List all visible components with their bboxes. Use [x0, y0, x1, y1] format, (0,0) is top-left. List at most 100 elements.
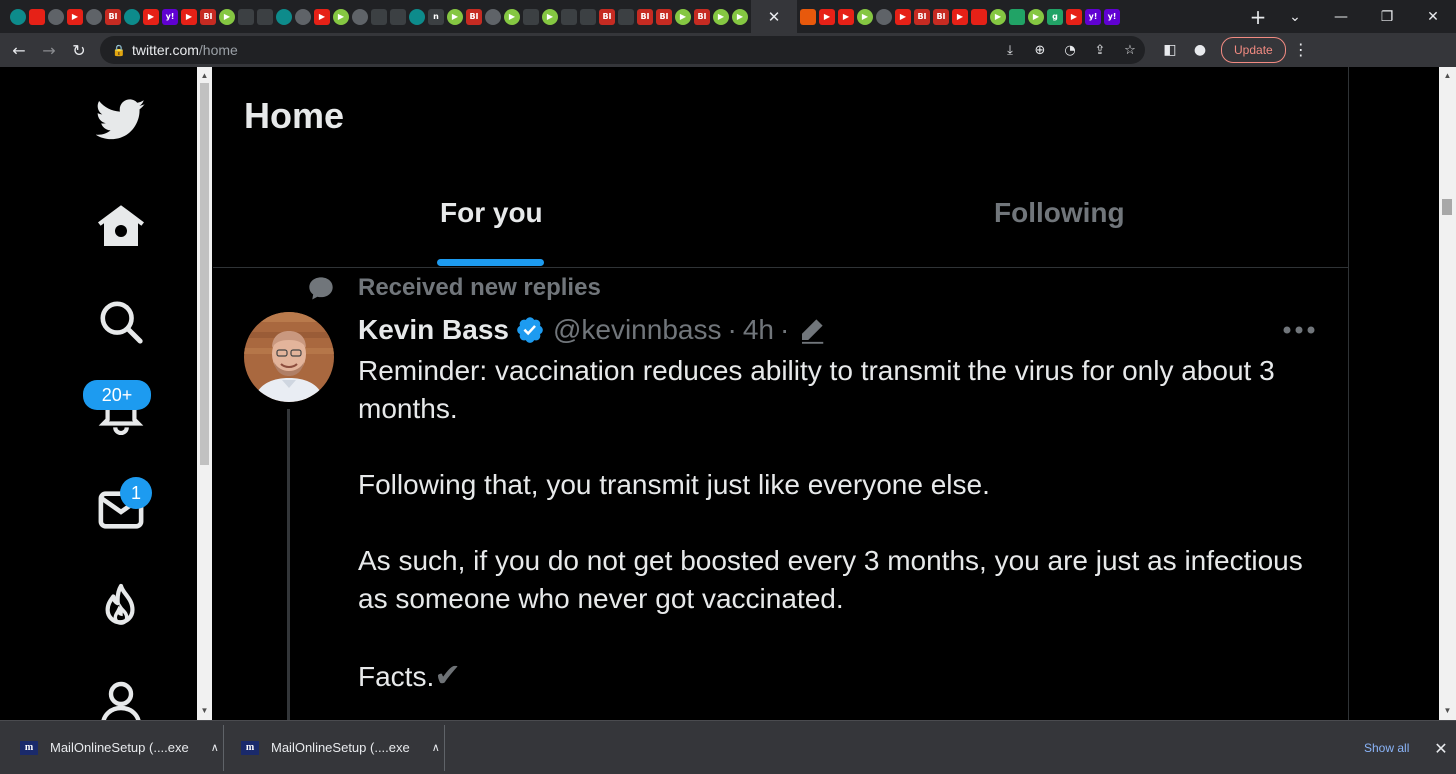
rumble-favicon[interactable]: ▶ [447, 8, 463, 25]
substack-favicon[interactable] [800, 8, 816, 25]
globe-favicon[interactable] [48, 8, 64, 25]
business-insider-favicon[interactable]: BI [933, 8, 949, 25]
scroll-down-arrow-icon[interactable]: ▼ [1439, 704, 1456, 718]
youtube-favicon[interactable]: ▶ [181, 8, 197, 25]
youtube-favicon[interactable]: ▶ [143, 8, 159, 25]
restore-window-icon[interactable]: ❐ [1364, 0, 1410, 33]
lock-icon[interactable]: 🔒 [106, 44, 132, 57]
business-insider-favicon[interactable]: BI [599, 8, 615, 25]
rumble-favicon[interactable]: ▶ [713, 8, 729, 25]
sidebar-scrollbar[interactable]: ▲ ▼ [197, 67, 212, 720]
business-insider-favicon[interactable]: BI [914, 8, 930, 25]
verified-badge-icon[interactable] [515, 315, 545, 345]
search-favicon[interactable] [390, 8, 406, 25]
author-handle[interactable]: @kevinnbass [553, 314, 722, 346]
rumble-favicon[interactable]: ▶ [857, 8, 873, 25]
scroll-up-arrow-icon[interactable]: ▲ [1439, 69, 1456, 83]
more-options-icon[interactable] [1282, 325, 1316, 335]
tab-for-you[interactable]: For you [440, 197, 543, 229]
red-favicon[interactable] [29, 8, 45, 25]
youtube-favicon[interactable]: ▶ [952, 8, 968, 25]
forward-arrow-icon[interactable]: → [34, 33, 64, 67]
new-tab-button[interactable]: + [1244, 0, 1272, 33]
dark-favicon[interactable] [371, 8, 387, 25]
rumble-favicon[interactable]: ▶ [219, 8, 235, 25]
youtube-favicon[interactable]: ▶ [67, 8, 83, 25]
profile-person-icon[interactable] [96, 679, 146, 720]
business-insider-favicon[interactable]: BI [466, 8, 482, 25]
chevron-up-icon[interactable]: ∧ [432, 741, 440, 754]
close-download-bar-icon[interactable]: ✕ [1428, 735, 1454, 761]
show-all-downloads-button[interactable]: Show all [1350, 735, 1423, 761]
home-icon[interactable] [96, 201, 146, 251]
reload-icon[interactable]: ↻ [64, 33, 94, 67]
tweet-timestamp[interactable]: 4h [743, 314, 774, 346]
page-scrollbar[interactable]: ▲ ▼ [1439, 67, 1456, 720]
rumble-favicon[interactable]: ▶ [333, 8, 349, 25]
business-insider-favicon[interactable]: BI [105, 8, 121, 25]
globe-favicon[interactable] [876, 8, 892, 25]
yahoo-favicon[interactable]: y! [1085, 8, 1101, 25]
tab-following[interactable]: Following [994, 197, 1125, 229]
chevron-up-icon[interactable]: ∧ [211, 741, 219, 754]
scrollbar-thumb[interactable] [1442, 199, 1452, 215]
dark-favicon[interactable] [618, 8, 634, 25]
side-panel-icon[interactable]: ◧ [1155, 42, 1185, 58]
green-favicon[interactable]: g [1047, 8, 1063, 25]
address-bar[interactable]: 🔒 twitter.com/home ⤓ ⊕ ◔ ⇪ ☆ [100, 36, 1145, 64]
scrollbar-thumb[interactable] [200, 83, 209, 465]
globe-favicon[interactable] [352, 8, 368, 25]
dark-favicon[interactable] [580, 8, 596, 25]
business-insider-favicon[interactable]: BI [694, 8, 710, 25]
share-icon[interactable]: ⇪ [1085, 43, 1115, 58]
globe-favicon[interactable] [295, 8, 311, 25]
twitter-bird-logo-icon[interactable] [96, 95, 146, 145]
download-item[interactable]: m MailOnlineSetup (....exe ∧ [241, 721, 440, 774]
globe-favicon[interactable] [485, 8, 501, 25]
notion-favicon[interactable]: n [428, 8, 444, 25]
rumble-favicon[interactable]: ▶ [542, 8, 558, 25]
rumble-favicon[interactable]: ▶ [504, 8, 520, 25]
yahoo-favicon[interactable]: y! [162, 8, 178, 25]
youtube-favicon[interactable]: ▶ [838, 8, 854, 25]
youtube-favicon[interactable]: ▶ [819, 8, 835, 25]
back-arrow-icon[interactable]: ← [4, 33, 34, 67]
explore-search-icon[interactable] [96, 297, 146, 347]
globe-favicon[interactable] [124, 8, 140, 25]
green-favicon[interactable] [1009, 8, 1025, 25]
tab-search-chevron-icon[interactable]: ⌄ [1272, 0, 1318, 33]
performance-icon[interactable]: ◔ [1055, 43, 1085, 58]
youtube-favicon[interactable]: ▶ [1066, 8, 1082, 25]
scroll-down-arrow-icon[interactable]: ▼ [197, 704, 212, 718]
author-name[interactable]: Kevin Bass [358, 314, 509, 346]
edit-pencil-icon[interactable] [797, 315, 827, 345]
close-icon[interactable]: ✕ [751, 0, 797, 33]
globe-favicon[interactable] [10, 8, 26, 25]
install-app-icon[interactable]: ⤓ [995, 43, 1025, 58]
search-favicon[interactable] [561, 8, 577, 25]
download-item[interactable]: m MailOnlineSetup (....exe ∧ [20, 721, 219, 774]
globe-favicon[interactable] [86, 8, 102, 25]
author-avatar[interactable] [244, 312, 334, 402]
profile-icon[interactable]: ● [1185, 42, 1215, 58]
dark-favicon[interactable] [257, 8, 273, 25]
youtube-favicon[interactable]: ▶ [314, 8, 330, 25]
globe-favicon[interactable] [276, 8, 292, 25]
red-favicon[interactable] [971, 8, 987, 25]
rumble-favicon[interactable]: ▶ [990, 8, 1006, 25]
bookmark-star-icon[interactable]: ☆ [1115, 43, 1145, 58]
close-window-icon[interactable]: ✕ [1410, 0, 1456, 33]
business-insider-favicon[interactable]: BI [656, 8, 672, 25]
business-insider-favicon[interactable]: BI [637, 8, 653, 25]
globe-favicon[interactable] [409, 8, 425, 25]
youtube-favicon[interactable]: ▶ [895, 8, 911, 25]
rumble-favicon[interactable]: ▶ [675, 8, 691, 25]
rumble-favicon[interactable]: ▶ [732, 8, 748, 25]
dark-favicon[interactable] [238, 8, 254, 25]
update-button[interactable]: Update [1221, 37, 1286, 63]
zoom-icon[interactable]: ⊕ [1025, 43, 1055, 58]
scroll-up-arrow-icon[interactable]: ▲ [197, 69, 212, 83]
menu-kebab-icon[interactable]: ⋮ [1286, 40, 1316, 60]
rumble-favicon[interactable]: ▶ [1028, 8, 1044, 25]
dark-favicon[interactable] [523, 8, 539, 25]
